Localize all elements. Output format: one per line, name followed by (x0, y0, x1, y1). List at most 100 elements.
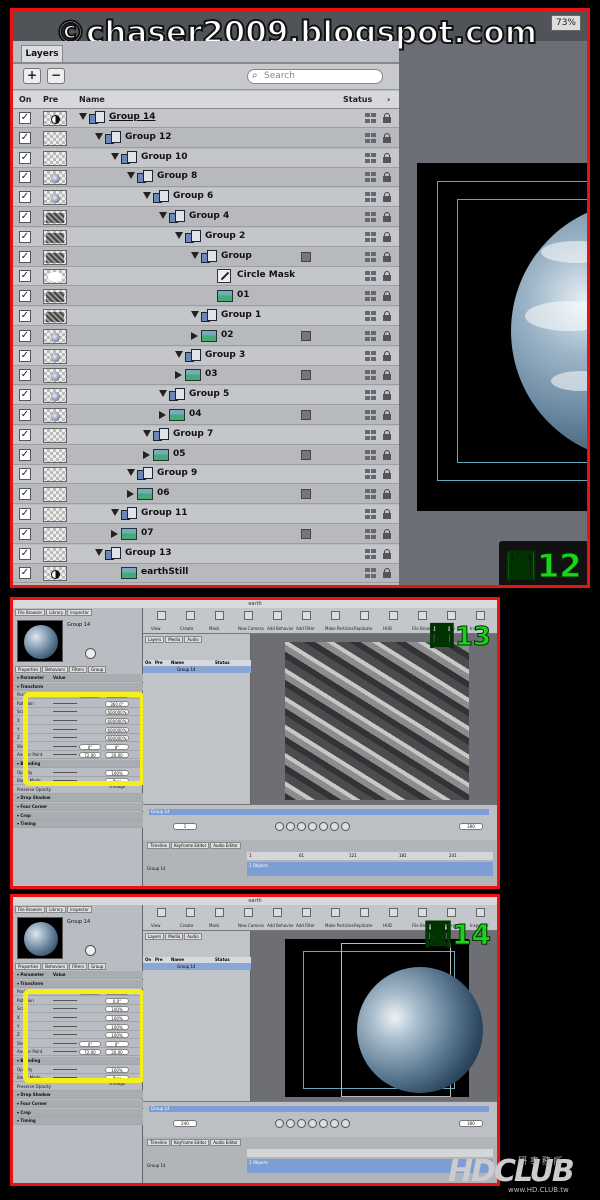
col-status[interactable]: Status (215, 957, 230, 962)
rewind-button[interactable] (286, 822, 295, 831)
end-frame-field[interactable]: 300 (459, 1120, 483, 1127)
layer-status-icon[interactable] (365, 548, 377, 560)
layer-status-icon[interactable] (365, 370, 377, 381)
layer-name[interactable]: 04 (189, 409, 202, 419)
layer-name[interactable]: 05 (173, 449, 186, 459)
tab-layers[interactable]: Layers (145, 636, 165, 643)
parameter-row[interactable]: ▾ Four Corner (13, 1100, 143, 1108)
lock-icon[interactable] (383, 113, 391, 123)
layer-visibility-checkbox[interactable]: ✓ (19, 270, 31, 283)
parameter-row[interactable]: ▾ Transform (13, 682, 143, 691)
layer-visibility-checkbox[interactable]: ✓ (19, 151, 31, 164)
rewind-button[interactable] (286, 1119, 295, 1128)
layer-visibility-checkbox[interactable]: ✓ (19, 211, 31, 223)
tab-layers[interactable]: Layers (21, 45, 63, 63)
layer-row[interactable]: Group 14 (143, 963, 251, 970)
layer-visibility-checkbox[interactable]: ✓ (19, 329, 31, 342)
layer-visibility-checkbox[interactable]: ✓ (19, 448, 31, 461)
disclosure-down-icon[interactable] (143, 192, 151, 200)
tab-audio[interactable]: Audio (184, 933, 202, 940)
layer-visibility-checkbox[interactable]: ✓ (19, 428, 31, 441)
layer-row[interactable]: ✓ Group 9 (13, 465, 399, 485)
toolbar-icon[interactable] (157, 908, 166, 917)
layer-status-icon[interactable] (365, 231, 377, 243)
audio-button[interactable] (341, 1119, 350, 1128)
layer-row[interactable]: ✓ earthStill (13, 564, 399, 584)
step-forward-button[interactable] (319, 1119, 328, 1128)
disclosure-down-icon[interactable] (159, 212, 167, 219)
parameter-row[interactable]: ▾ Crop (13, 1108, 143, 1117)
toolbar-icon[interactable] (331, 611, 340, 620)
disclosure-down-icon[interactable] (175, 231, 183, 239)
layer-row[interactable]: ✓ 01 (13, 287, 399, 307)
timeline-ruler[interactable]: 1 61 121 181 241 (247, 852, 493, 860)
disclosure-down-icon[interactable] (127, 172, 135, 180)
tab-filters[interactable]: Filters (69, 666, 88, 673)
layer-name[interactable]: Group 6 (173, 191, 213, 201)
layer-row[interactable]: ✓ Group 6 (13, 188, 399, 208)
layer-name[interactable]: 01 (237, 290, 250, 300)
play-icon[interactable] (85, 648, 96, 659)
parameter-row[interactable]: ▾ Drop Shadow (13, 1091, 143, 1100)
layer-row[interactable]: ✓ Group 3 (13, 346, 399, 366)
layer-row[interactable]: Group 14 (143, 666, 251, 673)
lock-icon[interactable] (383, 231, 391, 242)
toolbar-icon[interactable] (273, 908, 282, 917)
layer-visibility-checkbox[interactable]: ✓ (19, 567, 31, 580)
col-status[interactable]: Status (215, 660, 230, 665)
layer-status-icon[interactable] (365, 251, 377, 263)
toolbar-icon[interactable] (360, 908, 369, 917)
tab-keyframe-editor[interactable]: Keyframe Editor (171, 1139, 210, 1146)
step-back-button[interactable] (297, 1119, 306, 1128)
layer-row[interactable]: ✓ Group 2 (13, 227, 399, 247)
timeline-bar[interactable]: 2 Objects (247, 862, 493, 876)
parameter-row[interactable]: ▾ Transform (13, 979, 143, 988)
tab-audio[interactable]: Audio (184, 636, 202, 643)
layer-name[interactable]: Group 7 (173, 429, 213, 439)
disclosure-down-icon[interactable] (191, 311, 199, 318)
layer-status-icon[interactable] (365, 311, 377, 322)
timeline-object-name[interactable]: Group 14 (147, 866, 166, 871)
step-back-button[interactable] (297, 822, 306, 831)
disclosure-down-icon[interactable] (127, 469, 135, 477)
toolbar-icon[interactable] (418, 611, 427, 620)
toolbar-icon[interactable] (389, 908, 398, 917)
layer-visibility-checkbox[interactable]: ✓ (19, 131, 31, 144)
layer-name[interactable]: 02 (221, 330, 234, 340)
layer-name[interactable]: 06 (157, 488, 170, 498)
record-button[interactable] (275, 1119, 284, 1128)
layer-row[interactable]: ✓ Group 1 (13, 307, 399, 326)
col-on[interactable]: On (145, 660, 151, 665)
disclosure-right-icon[interactable] (175, 371, 182, 380)
layer-visibility-checkbox[interactable]: ✓ (19, 310, 31, 322)
toolbar-icon[interactable] (360, 611, 369, 620)
layer-visibility-checkbox[interactable]: ✓ (19, 389, 31, 402)
layer-status-icon[interactable] (365, 528, 377, 540)
end-frame-field[interactable]: 300 (459, 823, 483, 830)
layer-status-icon[interactable] (365, 489, 377, 500)
timeline-track[interactable]: Group 14 (149, 809, 489, 815)
current-frame-field[interactable]: 240 (173, 1120, 197, 1127)
tab-timeline[interactable]: Timeline (147, 1139, 171, 1146)
lock-icon[interactable] (383, 390, 391, 401)
lock-icon[interactable] (383, 410, 391, 420)
layer-name[interactable]: Group 2 (205, 231, 245, 241)
toolbar-icon[interactable] (302, 611, 311, 620)
layer-row[interactable]: ✓ Circle Mask (13, 267, 399, 287)
lock-icon[interactable] (383, 429, 391, 440)
layer-status-icon[interactable] (365, 350, 377, 362)
layer-name[interactable]: Group 13 (125, 548, 172, 558)
layer-row[interactable]: ✓ Group 13 (13, 544, 399, 564)
lock-icon[interactable] (383, 370, 391, 381)
toolbar-icon[interactable] (215, 611, 224, 620)
layer-row[interactable]: ✓ Group 5 (13, 386, 399, 406)
remove-layer-button[interactable]: − (47, 68, 65, 84)
layer-visibility-checkbox[interactable]: ✓ (19, 171, 31, 184)
add-layer-button[interactable]: + (23, 68, 41, 84)
lock-icon[interactable] (383, 469, 391, 480)
toolbar-icon[interactable] (186, 908, 195, 917)
toolbar-icon[interactable] (331, 908, 340, 917)
tab-keyframe-editor[interactable]: Keyframe Editor (171, 842, 210, 849)
disclosure-down-icon[interactable] (175, 350, 183, 358)
tab-media[interactable]: Media (165, 636, 184, 643)
